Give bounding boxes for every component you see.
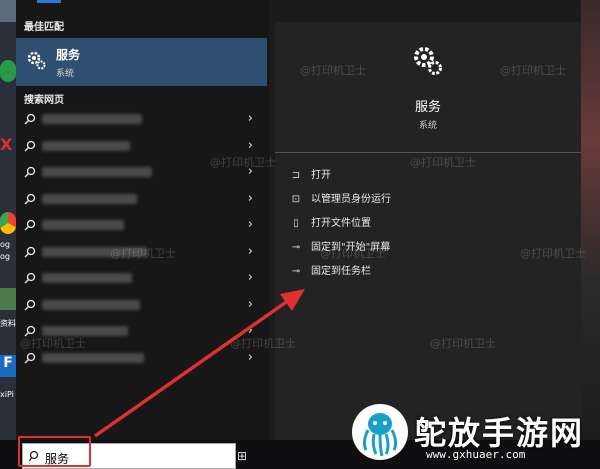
watermark-text: @打印机卫士 [520,247,586,260]
best-match-title: 服务 [56,48,81,62]
action-label: 打开 [311,170,331,181]
watermark-text: @打印机卫士 [110,247,176,260]
start-menu-results: 最佳匹配 服务 系统 搜索网页 › › › › › › › › › › [16,0,269,440]
pin-icon: ⊸ [291,242,301,253]
watermark-text: @打印机卫士 [430,337,496,350]
desktop-label: xiPi [0,390,14,399]
web-result-row[interactable]: › [16,187,267,211]
watermark-text: @打印机卫士 [320,247,386,260]
folder-icon: ▯ [293,218,299,229]
desktop-label: og [0,252,10,261]
web-result-row[interactable]: › [16,213,267,237]
watermark-text: @打印机卫士 [230,337,296,350]
search-icon [24,140,36,151]
blurred-result-text [42,140,130,151]
chevron-right-icon[interactable]: › [248,111,253,126]
blurred-result-text [42,167,152,177]
octopus-logo-icon [352,404,408,460]
blurred-result-text [42,220,124,230]
chevron-right-icon[interactable]: › [248,297,253,312]
gear-icon [414,47,442,75]
detail-panel: 服务 系统 ⊐ 打开 ⊡ 以管理员身份运行 ▯ 打开文件位置 ⊸ 固定到"开始"屏幕 ⊸… [275,22,581,440]
desktop-icons-strip: X og og 资料 F xiPi [0,0,16,469]
divider [275,152,581,153]
open-icon: ⊐ [291,170,301,181]
desktop-label: og [0,240,10,249]
desktop-label: 资料 [0,319,16,328]
blurred-result-text [42,114,142,124]
logo-url: www.gxhuaer.com [426,448,526,461]
web-result-row[interactable]: › [16,107,267,131]
active-tab-indicator [37,0,61,3]
gear-icon [27,51,46,70]
action-run-as-admin[interactable]: ⊡ 以管理员身份运行 [289,190,391,210]
action-label: 以管理员身份运行 [311,194,391,205]
task-view-icon[interactable]: ⊞ [237,449,247,463]
search-icon [24,272,36,284]
search-icon [24,193,36,204]
chevron-right-icon[interactable]: › [248,191,253,206]
chevron-right-icon[interactable]: › [248,350,253,365]
web-result-row[interactable]: › [16,266,267,290]
watermark-text: @打印机卫士 [300,64,366,77]
search-icon [24,113,36,125]
desktop-app-icon[interactable] [0,288,16,310]
watermark-text: @打印机卫士 [500,64,566,77]
detail-subtitle: 系统 [418,121,437,131]
search-icon [24,299,36,310]
blurred-result-text [42,193,137,204]
search-icon [24,219,36,231]
best-match-header: 最佳匹配 [24,22,64,33]
search-icon [24,246,36,257]
top-strip [269,0,581,22]
chevron-right-icon[interactable]: › [248,217,253,232]
best-match-item[interactable]: 服务 系统 [16,38,267,86]
wechat-icon[interactable] [0,60,16,82]
shield-icon: ⊡ [291,194,301,205]
search-icon [24,352,36,363]
chevron-right-icon[interactable]: › [248,270,253,285]
watermark-text: @打印机卫士 [20,337,86,350]
site-logo-watermark: 鸵放手游网 www.gxhuaer.com [346,398,600,469]
watermark-text: @打印机卫士 [210,156,276,169]
action-label: 打开文件位置 [311,218,371,229]
pin-icon: ⊸ [291,266,301,277]
blurred-result-text [42,299,140,310]
blurred-result-text [42,352,144,363]
chrome-icon[interactable] [0,212,16,234]
app-x-icon[interactable]: X [0,135,16,157]
detail-title: 服务 [414,100,441,115]
web-search-header: 搜索网页 [24,95,64,106]
desktop-app-icon[interactable]: F [0,355,16,377]
highlight-box [18,436,91,467]
chevron-right-icon[interactable]: › [248,138,253,153]
desktop-icon[interactable] [0,0,16,22]
watermark-text: @打印机卫士 [410,156,476,169]
action-label: 固定到任务栏 [311,266,371,277]
chevron-right-icon[interactable]: › [248,244,253,259]
web-result-row[interactable]: › [16,293,267,317]
action-pin-taskbar[interactable]: ⊸ 固定到任务栏 [289,262,371,282]
action-open[interactable]: ⊐ 打开 [289,166,331,186]
best-match-subtitle: 系统 [56,69,75,79]
search-icon [24,166,36,178]
action-open-file-location[interactable]: ▯ 打开文件位置 [289,214,371,234]
blurred-result-text [42,273,132,283]
